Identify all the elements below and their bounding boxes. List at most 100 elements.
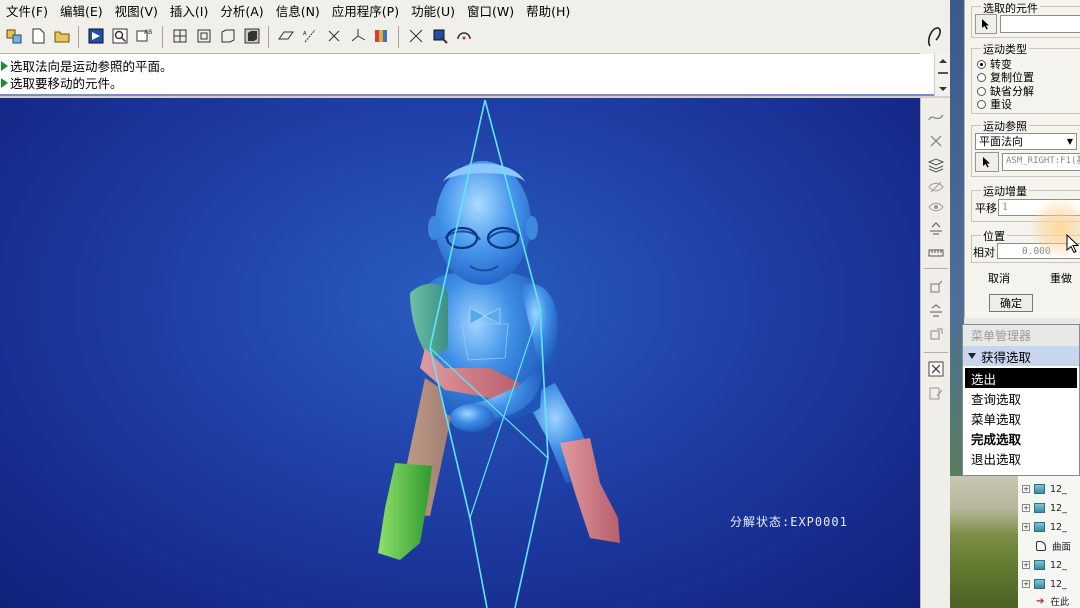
menu-window[interactable]: 窗口(W) <box>461 1 520 20</box>
message-arrow-icon <box>1 60 8 71</box>
part-icon <box>1034 503 1045 513</box>
model-tree: +12_ +12_ +12_ 曲面 +12_ +12_ ➔ 在此 <box>1018 476 1080 608</box>
menu-item-done-select[interactable]: 完成选取 <box>963 428 1079 448</box>
message-arrow-icon <box>1 77 8 88</box>
right-toolbar <box>920 98 950 608</box>
left-foot-part <box>378 463 432 560</box>
translate-input[interactable]: 1 <box>998 199 1080 216</box>
insert-here-arrow-icon: ➔ <box>1036 595 1045 607</box>
message-area: 选取法向是运动参照的平面。 选取要移动的元件。 <box>0 54 950 96</box>
open-folder-icon[interactable] <box>52 26 72 46</box>
menu-file[interactable]: 文件(F) <box>0 1 54 20</box>
translate-label: 平移 <box>975 202 997 215</box>
part-icon <box>1034 560 1045 570</box>
assembly-icon[interactable] <box>4 26 24 46</box>
component-create-icon[interactable] <box>927 278 945 296</box>
menu-manager-title: 菜单管理器 <box>963 325 1079 346</box>
select-component-button[interactable] <box>975 14 997 34</box>
wireframe-icon[interactable] <box>218 26 238 46</box>
assemble-icon[interactable] <box>927 220 945 238</box>
menu-manager: 菜单管理器 获得选取 选出 查询选取 菜单选取 完成选取 退出选取 <box>962 324 1080 476</box>
graphics-viewport[interactable]: 分解状态:EXP0001 <box>0 98 920 608</box>
tree-row[interactable]: +12_ <box>1022 556 1067 574</box>
hide-icon[interactable] <box>927 178 945 196</box>
redraw-icon[interactable] <box>86 26 106 46</box>
sketch-curve-icon[interactable] <box>927 108 945 126</box>
menu-view[interactable]: 视图(V) <box>109 1 164 20</box>
motion-reference-label: 运动参照 <box>981 118 1029 134</box>
right-foot-part <box>560 438 620 543</box>
appearance-icon[interactable] <box>372 26 392 46</box>
reference-field[interactable]: ASM_RIGHT:F1(基 <box>1002 153 1080 171</box>
axis-display-icon[interactable]: A <box>300 26 320 46</box>
redo-button[interactable]: 重做 <box>1039 269 1080 287</box>
desktop-background <box>950 476 1018 608</box>
select-reference-button[interactable] <box>975 152 999 172</box>
menu-item-pick[interactable]: 选出 <box>965 368 1077 388</box>
datum-axis-icon[interactable] <box>194 26 214 46</box>
selected-component-field[interactable] <box>1000 15 1080 33</box>
package-icon[interactable] <box>927 302 945 320</box>
menu-item-menu-select[interactable]: 菜单选取 <box>963 408 1079 428</box>
new-file-icon[interactable] <box>28 26 48 46</box>
datum-plane-icon[interactable] <box>170 26 190 46</box>
menu-insert[interactable]: 插入(I) <box>164 1 214 20</box>
repeat-icon[interactable] <box>927 326 945 344</box>
cancel-button[interactable]: 取消 <box>977 269 1021 287</box>
surface-icon <box>1036 541 1046 551</box>
pointer-arrow-icon <box>982 19 989 30</box>
menu-item-quit-select[interactable]: 退出选取 <box>963 448 1079 468</box>
datum-point-icon[interactable] <box>927 132 945 150</box>
message-line: 选取要移动的元件。 <box>0 74 123 91</box>
tree-row[interactable]: +12_ <box>1022 575 1067 593</box>
tree-row[interactable]: +12_ <box>1022 480 1067 498</box>
tree-row[interactable]: +12_ <box>1022 499 1067 517</box>
menu-bar: 文件(F) 编辑(E) 视图(V) 插入(I) 分析(A) 信息(N) 应用程序… <box>0 0 960 20</box>
shading-icon[interactable] <box>242 26 262 46</box>
triangle-down-icon <box>968 353 976 359</box>
menu-info[interactable]: 信息(N) <box>270 1 326 20</box>
message-scrollbar[interactable] <box>934 54 950 96</box>
menu-utilities[interactable]: 功能(U) <box>405 1 461 20</box>
spin-center-icon[interactable] <box>454 26 474 46</box>
show-icon[interactable] <box>927 198 945 216</box>
mouse-cursor-icon <box>1066 234 1080 254</box>
layer-icon[interactable] <box>927 156 945 174</box>
part-icon <box>1034 522 1045 532</box>
main-toolbar: AB A <box>0 20 960 54</box>
message-line: 选取法向是运动参照的平面。 <box>0 57 173 74</box>
menu-get-select-header[interactable]: 获得选取 <box>963 346 1079 366</box>
explode-view-icon[interactable] <box>406 26 426 46</box>
tree-row[interactable]: 曲面 <box>1036 537 1071 555</box>
edit-definition-icon[interactable] <box>927 384 945 402</box>
assembly-model[interactable] <box>0 98 920 608</box>
menu-help[interactable]: 帮助(H) <box>520 1 576 20</box>
pointer-arrow-icon <box>983 157 990 168</box>
hand-part <box>450 404 494 432</box>
svg-text:AB: AB <box>144 29 152 36</box>
zoom-window-icon[interactable] <box>110 26 130 46</box>
menu-analysis[interactable]: 分析(A) <box>214 1 269 20</box>
part-icon <box>1034 484 1045 494</box>
explode-state-label: 分解状态:EXP0001 <box>730 515 848 529</box>
explode-position-dialog: 选取的元件 运动类型 转变 复制位置 缺省分解 重设 运动参照 平面法向 ASM… <box>964 0 1080 318</box>
ok-button[interactable]: 确定 <box>989 294 1033 312</box>
point-display-icon[interactable] <box>324 26 344 46</box>
csys-display-icon[interactable] <box>348 26 368 46</box>
tree-row[interactable]: +12_ <box>1022 518 1067 536</box>
plane-display-icon[interactable] <box>276 26 296 46</box>
motion-increment-label: 运动增量 <box>981 183 1029 199</box>
menu-applications[interactable]: 应用程序(P) <box>326 1 405 20</box>
component-icon[interactable] <box>430 26 450 46</box>
relative-label: 相对 <box>973 246 995 259</box>
motion-reference-dropdown[interactable]: 平面法向 <box>975 133 1077 150</box>
close-window-icon[interactable] <box>927 360 945 378</box>
part-icon <box>1034 579 1045 589</box>
measure-icon[interactable] <box>927 244 945 262</box>
tree-row[interactable]: ➔ 在此 <box>1036 592 1069 608</box>
zoom-fit-icon[interactable]: AB <box>134 26 154 46</box>
menu-item-query-select[interactable]: 查询选取 <box>963 388 1079 408</box>
radio-reset[interactable]: 重设 <box>977 96 1012 112</box>
context-help-icon[interactable] <box>920 20 950 54</box>
menu-edit[interactable]: 编辑(E) <box>54 1 109 20</box>
